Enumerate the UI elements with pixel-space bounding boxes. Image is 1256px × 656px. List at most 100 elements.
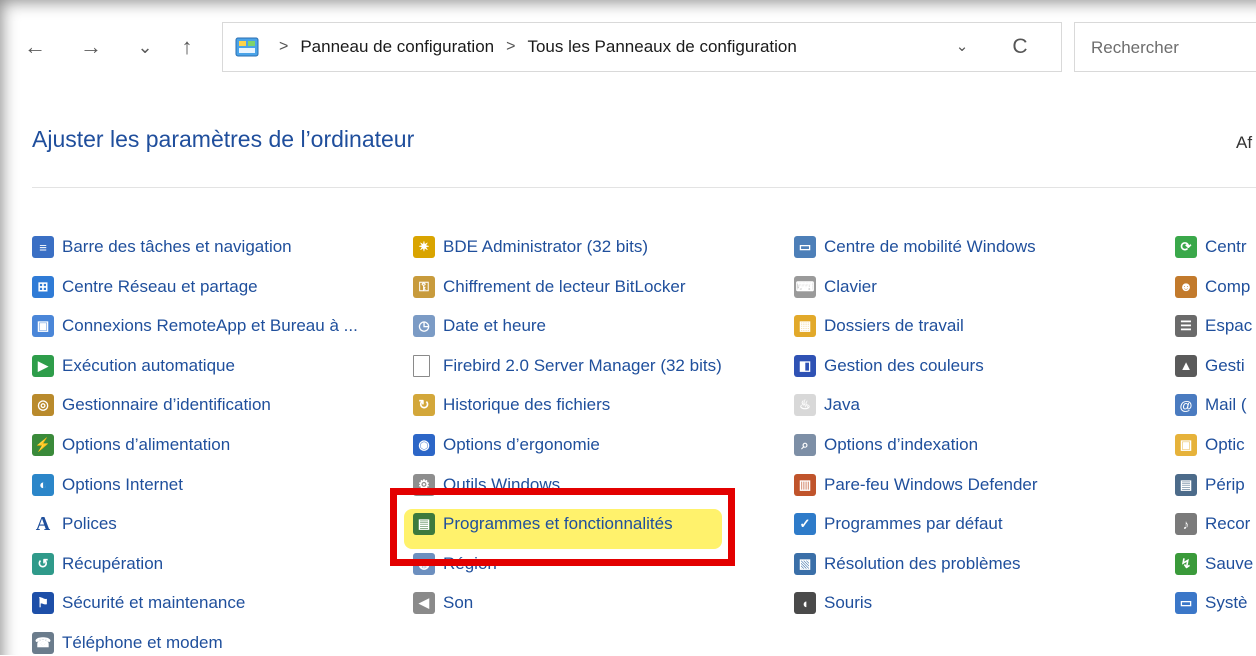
item-label: Centr [1205,237,1247,256]
autoplay-icon: ▶ [32,354,54,377]
item-label: Gestionnaire d’identification [62,395,271,415]
item-label: BDE Administrator (32 bits) [443,237,649,256]
item-label: Gestion des couleurs [824,355,984,375]
clock-icon: ◷ [413,315,435,338]
remoteapp-icon: ▣ [32,315,54,338]
control-panel-item[interactable]: ⚡ Options d’alimentation [32,432,230,458]
item-label: Options d’ergonomie [443,435,600,454]
red-annotation-box [390,488,735,566]
file-history-icon: ↻ [413,394,435,417]
control-panel-item[interactable]: ↻ Historique des fichiers [413,392,610,418]
view-by-label[interactable]: Af [1236,133,1252,153]
control-panel-item[interactable]: ▶ Exécution automatique [32,353,235,379]
control-panel-item[interactable]: ◉ Options d’ergonomie [413,432,600,458]
item-label: Connexions RemoteApp et Bureau à ... [62,316,358,336]
control-panel-item[interactable]: ▭ Systè [1175,590,1248,616]
item-label: Mail ( [1205,395,1247,415]
item-label: Date et heure [443,316,547,336]
bde-icon: ✷ [413,236,435,258]
item-label: Résolution des problèmes [824,553,1021,573]
up-button[interactable]: ↑ [172,30,202,64]
item-label: Recor [1205,514,1251,534]
control-panel-item[interactable]: ⚑ Sécurité et maintenance [32,590,245,616]
troubleshoot-icon: ▧ [794,552,816,575]
control-panel-item[interactable]: ◀ Son [413,590,473,616]
arrow-left-icon: ← [24,34,46,59]
control-panel-item[interactable]: ◧ Gestion des couleurs [794,353,984,379]
item-label: Dossiers de travail [824,316,964,336]
control-panel-item[interactable]: Firebird 2.0 Server Manager (32 bits) [413,353,722,379]
control-panel-item[interactable]: ✓ Programmes par défaut [794,511,1003,537]
control-panel-item[interactable]: ⌕ Options d’indexation [794,432,978,458]
address-history-button[interactable]: ⌄ [951,35,973,59]
chevron-down-icon: ⌄ [137,36,153,57]
control-panel-item[interactable]: ▧ Résolution des problèmes [794,551,1021,577]
control-panel-item[interactable]: ↺ Récupération [32,551,163,577]
item-label: Centre de mobilité Windows [824,237,1036,256]
control-panel-item[interactable]: ▦ Dossiers de travail [794,313,964,339]
control-panel-item[interactable]: ♪ Recor [1175,511,1250,537]
item-label: Barre des tâches et navigation [62,237,292,256]
item-label: Sécurité et maintenance [62,593,246,613]
address-bar[interactable]: > Panneau de configuration > Tous les Pa… [222,22,1062,72]
refresh-button[interactable]: C [1007,33,1033,61]
mouse-icon: ◖ [794,592,816,615]
control-panel-item[interactable]: ◷ Date et heure [413,313,546,339]
control-panel-item[interactable]: ◎ Gestionnaire d’identification [32,392,271,418]
breadcrumb: > Panneau de configuration > Tous les Pa… [267,23,797,71]
item-label: Souris [824,593,873,613]
control-panel-item[interactable]: ◖ Souris [794,590,872,616]
control-panel-item[interactable]: ⌨ Clavier [794,274,877,300]
taskbar-icon: ≡ [32,236,54,258]
control-panel-item[interactable]: ◐ Options Internet [32,472,183,498]
control-panel-item[interactable]: ✷ BDE Administrator (32 bits) [413,234,648,260]
back-button[interactable]: ← [20,30,50,64]
control-panel-item[interactable]: ♨ Java [794,392,860,418]
control-panel-item[interactable]: ⊞ Centre Réseau et partage [32,274,258,300]
credential-icon: ◎ [32,394,54,417]
control-panel-item[interactable]: ▲ Gesti [1175,353,1245,379]
control-panel-item[interactable]: ▣ Connexions RemoteApp et Bureau à ... [32,313,358,339]
item-label: Programmes par défaut [824,514,1003,534]
control-panel-item[interactable]: ⚿ Chiffrement de lecteur BitLocker [413,274,686,300]
breadcrumb-all-items[interactable]: Tous les Panneaux de configuration [527,37,796,57]
chevron-down-icon: ⌄ [955,38,969,55]
network-icon: ⊞ [32,275,54,298]
search-input[interactable]: Rechercher [1074,22,1256,72]
firewall-icon: ▥ [794,473,816,496]
item-label: Clavier [824,276,877,296]
control-panel-item[interactable]: ☻ Comp [1175,274,1250,300]
work-folders-icon: ▦ [794,315,816,338]
backup-icon: ↯ [1175,552,1197,575]
control-panel-item[interactable]: ▭ Centre de mobilité Windows [794,234,1036,260]
item-label: Firebird 2.0 Server Manager (32 bits) [443,355,722,375]
control-panel-item[interactable]: ⟳ Centr [1175,234,1247,260]
control-panel-item[interactable]: A Polices [32,511,117,537]
control-panel-item[interactable]: ▥ Pare-feu Windows Defender [794,472,1038,498]
control-panel-item[interactable]: ≡ Barre des tâches et navigation [32,234,292,260]
item-label: Options d’alimentation [62,435,231,454]
breadcrumb-separator: > [506,38,516,55]
control-panel-item[interactable]: ☰ Espac [1175,313,1252,339]
control-panel-item[interactable]: ☎ Téléphone et modem [32,630,223,656]
breadcrumb-control-panel[interactable]: Panneau de configuration [300,37,494,57]
control-panel-item[interactable]: ▣ Optic [1175,432,1245,458]
item-label: Centre Réseau et partage [62,276,258,296]
control-panel-item[interactable]: ↯ Sauve [1175,551,1253,577]
system-icon: ▭ [1175,592,1197,615]
fonts-icon: A [35,512,51,535]
java-icon: ♨ [794,394,816,417]
arrow-right-icon: → [80,34,102,59]
phone-icon: ☎ [32,632,54,654]
control-panel-item[interactable]: ▤ Périp [1175,472,1245,498]
default-programs-icon: ✓ [794,513,816,536]
forward-button[interactable]: → [76,30,106,64]
item-label: Historique des fichiers [443,395,611,415]
speaker-icon: ◀ [413,592,435,615]
control-panel-item[interactable]: @ Mail ( [1175,392,1247,418]
recent-locations-button[interactable]: ⌄ [130,30,160,64]
divider [32,187,1256,188]
item-label: Périp [1205,474,1245,494]
internet-icon: ◐ [32,473,54,496]
item-label: Gesti [1205,355,1245,375]
